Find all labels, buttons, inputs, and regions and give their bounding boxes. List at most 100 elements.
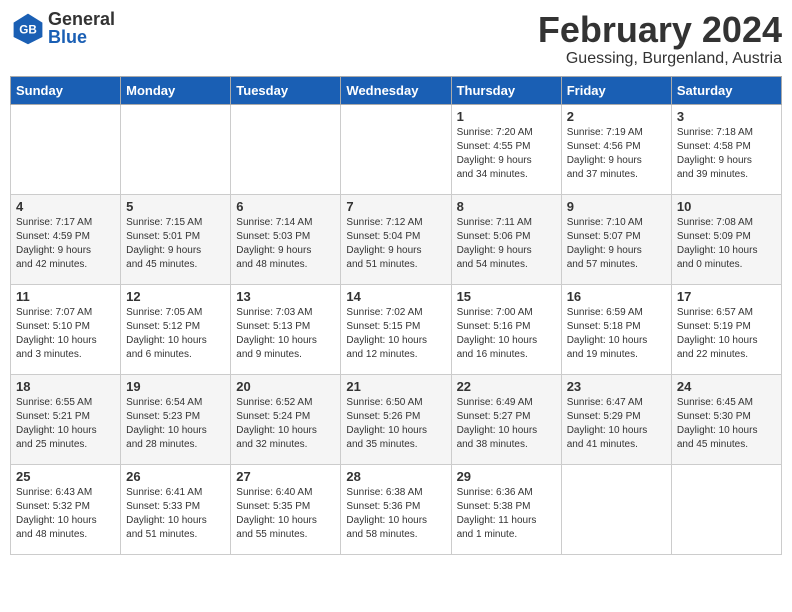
calendar-cell: 6 Sunrise: 7:14 AMSunset: 5:03 PMDaylight… [231,194,341,284]
calendar-cell [671,464,781,554]
calendar-cell: 8 Sunrise: 7:11 AMSunset: 5:06 PMDaylight… [451,194,561,284]
day-info: Sunrise: 7:17 AMSunset: 4:59 PMDaylight:… [16,216,115,272]
day-number: 14 [346,289,445,304]
logo-general: General [48,10,115,28]
day-number: 25 [16,469,115,484]
logo-blue: Blue [48,28,115,46]
svg-text:GB: GB [19,23,37,36]
day-number: 12 [126,289,225,304]
day-info: Sunrise: 6:50 AMSunset: 5:26 PMDaylight:… [346,396,445,452]
calendar-cell: 25 Sunrise: 6:43 AMSunset: 5:32 PMDayligh… [11,464,121,554]
calendar-cell: 23 Sunrise: 6:47 AMSunset: 5:29 PMDayligh… [561,374,671,464]
day-number: 9 [567,199,666,214]
day-info: Sunrise: 7:11 AMSunset: 5:06 PMDaylight:… [457,216,556,272]
day-info: Sunrise: 7:03 AMSunset: 5:13 PMDaylight:… [236,306,335,362]
day-number: 1 [457,109,556,124]
day-info: Sunrise: 7:02 AMSunset: 5:15 PMDaylight:… [346,306,445,362]
day-info: Sunrise: 7:10 AMSunset: 5:07 PMDaylight:… [567,216,666,272]
calendar-cell: 9 Sunrise: 7:10 AMSunset: 5:07 PMDaylight… [561,194,671,284]
day-number: 29 [457,469,556,484]
calendar-cell: 20Sunrise: 6:52 AMSunset: 5:24 PMDayligh… [231,374,341,464]
day-info: Sunrise: 7:18 AMSunset: 4:58 PMDaylight:… [677,126,776,182]
calendar-cell: 1 Sunrise: 7:20 AMSunset: 4:55 PMDaylight… [451,104,561,194]
calendar-cell: 10 Sunrise: 7:08 AMSunset: 5:09 PMDayligh… [671,194,781,284]
day-info: Sunrise: 7:05 AMSunset: 5:12 PMDaylight:… [126,306,225,362]
calendar-cell: 12 Sunrise: 7:05 AMSunset: 5:12 PMDayligh… [121,284,231,374]
weekday-header-saturday: Saturday [671,76,781,104]
calendar-cell: 21Sunrise: 6:50 AMSunset: 5:26 PMDayligh… [341,374,451,464]
calendar-cell: 13 Sunrise: 7:03 AMSunset: 5:13 PMDayligh… [231,284,341,374]
day-info: Sunrise: 6:57 AMSunset: 5:19 PMDaylight:… [677,306,776,362]
day-info: Sunrise: 6:43 AMSunset: 5:32 PMDaylight:… [16,486,115,542]
weekday-header-monday: Monday [121,76,231,104]
day-info: Sunrise: 6:41 AMSunset: 5:33 PMDaylight:… [126,486,225,542]
day-number: 19 [126,379,225,394]
weekday-header-row: SundayMondayTuesdayWednesdayThursdayFrid… [11,76,782,104]
day-number: 5 [126,199,225,214]
day-number: 23 [567,379,666,394]
day-info: Sunrise: 7:00 AMSunset: 5:16 PMDaylight:… [457,306,556,362]
month-title: February 2024 [538,10,782,50]
logo-text: General Blue [48,10,115,46]
calendar-cell: 5Sunrise: 7:15 AMSunset: 5:01 PMDaylight… [121,194,231,284]
day-info: Sunrise: 7:08 AMSunset: 5:09 PMDaylight:… [677,216,776,272]
calendar-cell: 18Sunrise: 6:55 AMSunset: 5:21 PMDayligh… [11,374,121,464]
calendar-cell: 15 Sunrise: 7:00 AMSunset: 5:16 PMDayligh… [451,284,561,374]
title-area: February 2024 Guessing, Burgenland, Aust… [538,10,782,68]
day-number: 17 [677,289,776,304]
calendar-week-row: 18Sunrise: 6:55 AMSunset: 5:21 PMDayligh… [11,374,782,464]
calendar-cell [561,464,671,554]
page-header: GB General Blue February 2024 Guessing, … [10,10,782,68]
day-info: Sunrise: 7:20 AMSunset: 4:55 PMDaylight:… [457,126,556,182]
day-info: Sunrise: 6:38 AMSunset: 5:36 PMDaylight:… [346,486,445,542]
calendar-cell: 27Sunrise: 6:40 AMSunset: 5:35 PMDayligh… [231,464,341,554]
calendar-cell: 17 Sunrise: 6:57 AMSunset: 5:19 PMDayligh… [671,284,781,374]
calendar-week-row: 25 Sunrise: 6:43 AMSunset: 5:32 PMDayligh… [11,464,782,554]
calendar-week-row: 1 Sunrise: 7:20 AMSunset: 4:55 PMDaylight… [11,104,782,194]
day-info: Sunrise: 6:52 AMSunset: 5:24 PMDaylight:… [236,396,335,452]
calendar-cell: 24 Sunrise: 6:45 AMSunset: 5:30 PMDayligh… [671,374,781,464]
calendar-cell: 29Sunrise: 6:36 AMSunset: 5:38 PMDayligh… [451,464,561,554]
day-number: 26 [126,469,225,484]
calendar-cell: 26 Sunrise: 6:41 AMSunset: 5:33 PMDayligh… [121,464,231,554]
day-info: Sunrise: 6:49 AMSunset: 5:27 PMDaylight:… [457,396,556,452]
calendar-cell: 4 Sunrise: 7:17 AMSunset: 4:59 PMDaylight… [11,194,121,284]
calendar-cell [11,104,121,194]
calendar-cell: 2Sunrise: 7:19 AMSunset: 4:56 PMDaylight… [561,104,671,194]
day-info: Sunrise: 6:45 AMSunset: 5:30 PMDaylight:… [677,396,776,452]
day-info: Sunrise: 6:47 AMSunset: 5:29 PMDaylight:… [567,396,666,452]
weekday-header-sunday: Sunday [11,76,121,104]
day-number: 24 [677,379,776,394]
day-number: 10 [677,199,776,214]
calendar-cell [121,104,231,194]
calendar-cell: 7 Sunrise: 7:12 AMSunset: 5:04 PMDaylight… [341,194,451,284]
calendar-cell: 14 Sunrise: 7:02 AMSunset: 5:15 PMDayligh… [341,284,451,374]
day-number: 15 [457,289,556,304]
day-number: 7 [346,199,445,214]
calendar-table: SundayMondayTuesdayWednesdayThursdayFrid… [10,76,782,555]
logo: GB General Blue [10,10,115,46]
day-number: 4 [16,199,115,214]
day-info: Sunrise: 7:12 AMSunset: 5:04 PMDaylight:… [346,216,445,272]
day-number: 18 [16,379,115,394]
weekday-header-friday: Friday [561,76,671,104]
day-info: Sunrise: 6:40 AMSunset: 5:35 PMDaylight:… [236,486,335,542]
weekday-header-thursday: Thursday [451,76,561,104]
day-number: 11 [16,289,115,304]
day-number: 8 [457,199,556,214]
day-number: 22 [457,379,556,394]
weekday-header-tuesday: Tuesday [231,76,341,104]
day-info: Sunrise: 7:14 AMSunset: 5:03 PMDaylight:… [236,216,335,272]
calendar-cell: 3Sunrise: 7:18 AMSunset: 4:58 PMDaylight… [671,104,781,194]
day-number: 16 [567,289,666,304]
day-number: 13 [236,289,335,304]
location-title: Guessing, Burgenland, Austria [538,50,782,68]
calendar-week-row: 11 Sunrise: 7:07 AMSunset: 5:10 PMDayligh… [11,284,782,374]
calendar-cell: 11 Sunrise: 7:07 AMSunset: 5:10 PMDayligh… [11,284,121,374]
day-number: 28 [346,469,445,484]
day-number: 2 [567,109,666,124]
day-number: 6 [236,199,335,214]
calendar-week-row: 4 Sunrise: 7:17 AMSunset: 4:59 PMDaylight… [11,194,782,284]
calendar-cell [341,104,451,194]
day-info: Sunrise: 7:07 AMSunset: 5:10 PMDaylight:… [16,306,115,362]
